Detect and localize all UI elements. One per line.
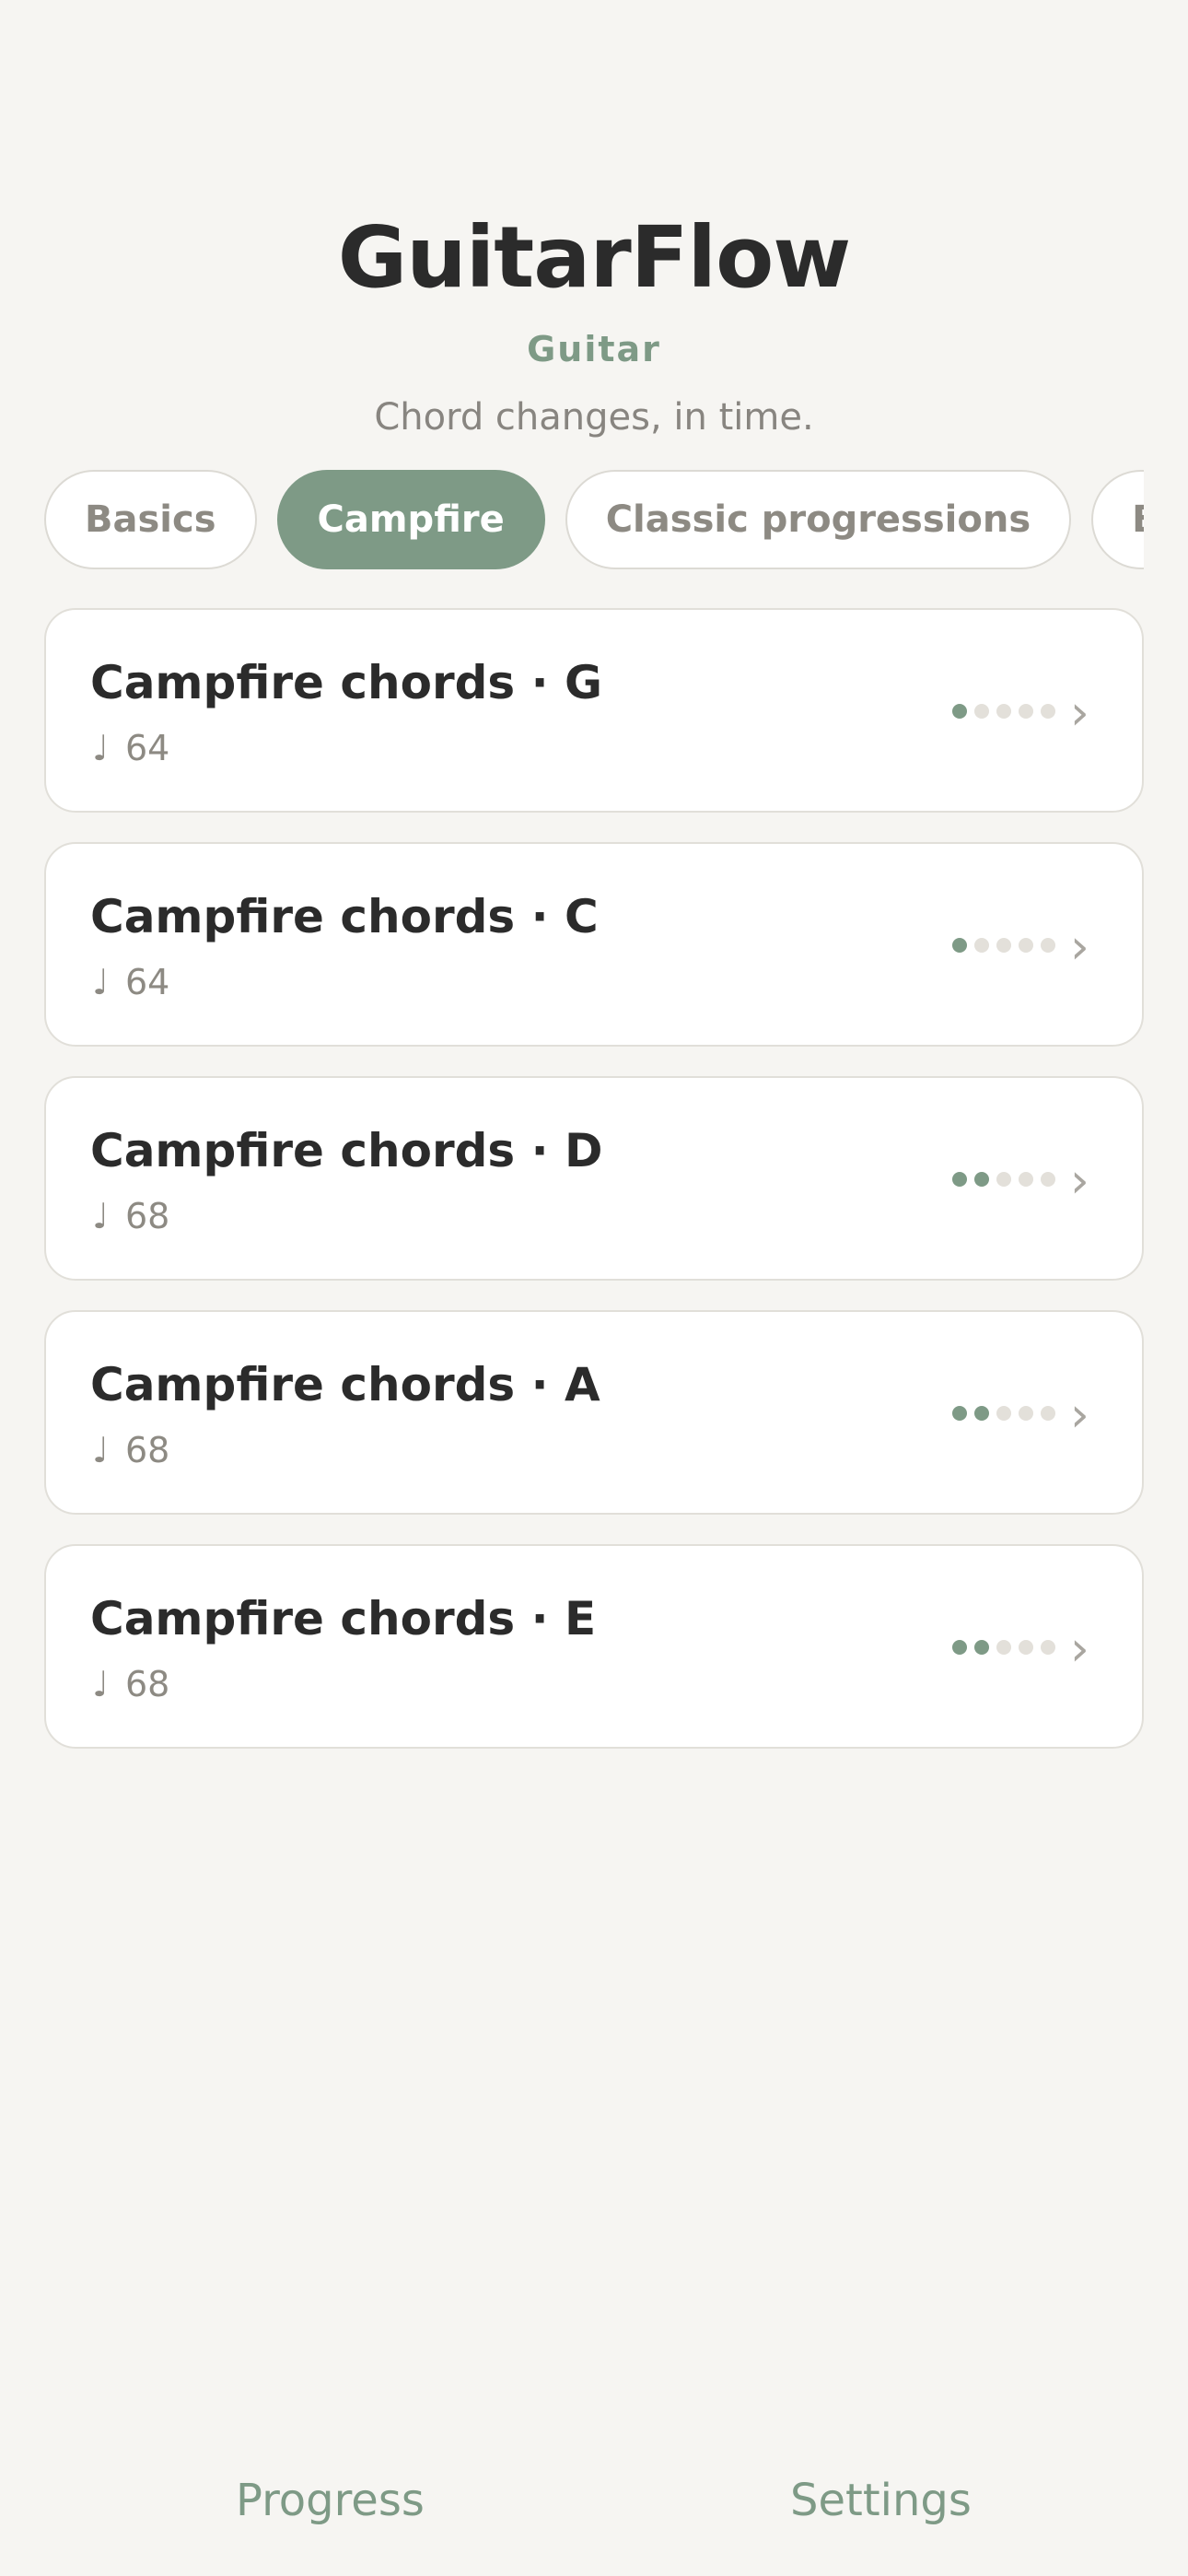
level-dot-filled [952, 1406, 967, 1421]
lesson-title: Campfire chords · D [90, 1124, 603, 1177]
lesson-title: Campfire chords · C [90, 890, 599, 943]
level-dots [952, 1172, 1063, 1188]
category-tabs: BasicsCampfireClassic progressions Blues [44, 470, 1144, 571]
level-dots [952, 1640, 1063, 1657]
tab-campfire[interactable]: Campfire [276, 470, 545, 569]
nav-progress[interactable]: Progress [236, 2473, 425, 2528]
chevron-right-icon[interactable]: › [1070, 1155, 1089, 1207]
level-dots [952, 1406, 1063, 1423]
tab-blues[interactable]: Blues [1091, 470, 1144, 569]
lesson-tempo: ♩ 68 [92, 1662, 169, 1706]
lesson-card[interactable]: Campfire chords · G ♩ 64 › [44, 608, 1144, 813]
level-dots [952, 704, 1063, 720]
lesson-title: Campfire chords · E [90, 1592, 597, 1645]
level-dot-filled [974, 1640, 989, 1655]
bottom-nav: Progress Settings [0, 2451, 1188, 2552]
chevron-right-icon[interactable]: › [1070, 687, 1089, 739]
level-dot-filled [974, 1172, 989, 1187]
level-dot-filled [952, 1172, 967, 1187]
lesson-card[interactable]: Campfire chords · A ♩ 68 › [44, 1310, 1144, 1515]
app-tagline: Chord changes, in time. [374, 396, 814, 439]
lesson-tempo: ♩ 68 [92, 1194, 169, 1238]
level-dot-empty [1041, 1172, 1055, 1187]
level-dot-empty [974, 704, 989, 719]
lesson-card[interactable]: Campfire chords · E ♩ 68 › [44, 1544, 1144, 1749]
level-dot-empty [996, 938, 1011, 953]
lesson-tempo: ♩ 64 [92, 726, 169, 770]
level-dot-empty [1041, 938, 1055, 953]
music-note-icon: ♩ [92, 1196, 109, 1236]
tempo-value: 68 [125, 1664, 170, 1704]
app-header: GuitarFlow Guitar Chord changes, in time… [0, 203, 1188, 442]
level-dot-empty [1019, 1172, 1033, 1187]
level-dot-empty [996, 1406, 1011, 1421]
nav-settings[interactable]: Settings [790, 2473, 972, 2528]
lesson-tempo: ♩ 68 [92, 1428, 169, 1472]
level-dot-empty [996, 1640, 1011, 1655]
level-dot-empty [1041, 1406, 1055, 1421]
level-dot-filled [974, 1406, 989, 1421]
lesson-tempo: ♩ 64 [92, 960, 169, 1004]
level-dot-empty [1019, 1406, 1033, 1421]
tempo-value: 68 [125, 1430, 170, 1470]
level-dot-empty [1019, 704, 1033, 719]
level-dot-empty [1041, 704, 1055, 719]
music-note-icon: ♩ [92, 1430, 109, 1470]
level-dot-filled [952, 704, 967, 719]
music-note-icon: ♩ [92, 728, 109, 768]
level-dots [952, 938, 1063, 954]
music-note-icon: ♩ [92, 1664, 109, 1704]
level-dot-empty [974, 938, 989, 953]
level-dot-empty [996, 704, 1011, 719]
tempo-value: 68 [125, 1196, 170, 1236]
instrument-label: Guitar [527, 329, 661, 369]
level-dot-filled [952, 938, 967, 953]
chevron-right-icon[interactable]: › [1070, 1389, 1089, 1441]
music-note-icon: ♩ [92, 962, 109, 1002]
level-dot-empty [1019, 1640, 1033, 1655]
lesson-card[interactable]: Campfire chords · D ♩ 68 › [44, 1076, 1144, 1281]
chevron-right-icon[interactable]: › [1070, 921, 1089, 973]
level-dot-empty [1019, 938, 1033, 953]
level-dot-filled [952, 1640, 967, 1655]
level-dot-empty [996, 1172, 1011, 1187]
tab-basics[interactable]: Basics [44, 470, 257, 569]
lesson-list: Campfire chords · G ♩ 64 › Campfire chord… [44, 608, 1144, 1778]
app-title: GuitarFlow [337, 208, 852, 307]
lesson-title: Campfire chords · G [90, 656, 603, 709]
level-dot-empty [1041, 1640, 1055, 1655]
lesson-card[interactable]: Campfire chords · C ♩ 64 › [44, 842, 1144, 1047]
tempo-value: 64 [125, 728, 170, 768]
tab-classic-progressions[interactable]: Classic progressions [565, 470, 1072, 569]
tempo-value: 64 [125, 962, 170, 1002]
chevron-right-icon[interactable]: › [1070, 1623, 1089, 1675]
lesson-title: Campfire chords · A [90, 1358, 600, 1411]
